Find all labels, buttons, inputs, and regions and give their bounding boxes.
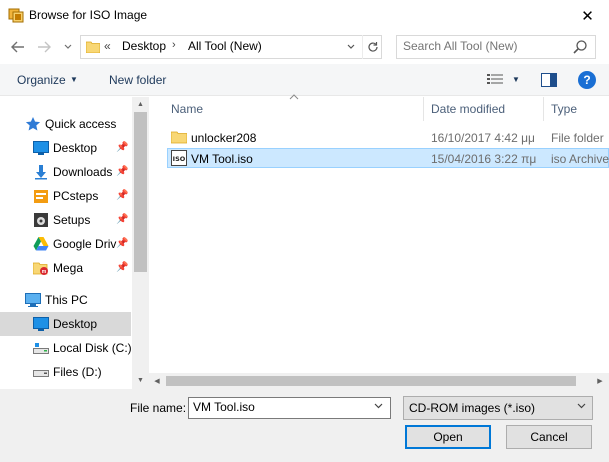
iso-file-icon: ISO — [171, 150, 187, 166]
file-row-vm-tool-iso[interactable]: ISO VM Tool.iso 15/04/2016 3:22 πμ iso A… — [167, 148, 609, 168]
sort-ascending-icon — [289, 92, 299, 102]
open-button[interactable]: Open — [405, 425, 491, 449]
folder-icon — [85, 40, 101, 54]
chevron-down-icon — [64, 44, 72, 49]
pin-icon: 📌 — [116, 142, 129, 153]
folder-icon — [33, 188, 49, 204]
address-overflow-icon[interactable]: « — [104, 39, 111, 53]
view-details-icon[interactable] — [487, 73, 503, 87]
search-input[interactable] — [403, 39, 568, 53]
file-type-value[interactable]: CD-ROM images (*.iso) — [409, 401, 535, 415]
back-button[interactable] — [8, 36, 28, 58]
column-header-name[interactable]: Name — [171, 102, 203, 116]
chevron-down-icon[interactable] — [374, 401, 383, 411]
column-divider[interactable] — [543, 97, 544, 121]
scroll-left-icon[interactable]: ◀ — [149, 373, 165, 389]
refresh-icon — [367, 42, 378, 52]
setups-icon — [33, 212, 49, 228]
sidebar-item-quick-access[interactable]: Quick access — [0, 112, 131, 136]
drive-icon — [33, 340, 49, 356]
file-date: 15/04/2016 3:22 πμ — [431, 152, 537, 166]
column-divider[interactable] — [423, 97, 424, 121]
desktop-icon — [33, 316, 49, 332]
navigation-pane: Quick access Desktop 📌 Downloads 📌 PCste… — [0, 97, 148, 389]
view-options-dropdown-icon[interactable]: ▼ — [512, 75, 520, 84]
sidebar-item-label: PCsteps — [53, 189, 99, 203]
sidebar-item-label: Files (D:) — [53, 365, 102, 379]
close-button[interactable]: ✕ — [566, 0, 609, 31]
sidebar-item-label: Google Driv — [53, 237, 117, 251]
arrow-left-icon — [11, 41, 24, 53]
scroll-down-icon[interactable]: ▼ — [132, 373, 149, 387]
sidebar-item-this-pc[interactable]: This PC — [0, 288, 131, 312]
organize-button[interactable]: Organize — [17, 73, 66, 87]
breadcrumb-desktop[interactable]: Desktop — [122, 39, 166, 53]
cancel-button[interactable]: Cancel — [506, 425, 592, 449]
pc-icon — [25, 292, 41, 308]
horizontal-scroll-thumb[interactable] — [166, 376, 576, 386]
scroll-right-icon[interactable]: ▶ — [592, 373, 608, 389]
mega-icon: m — [32, 260, 49, 276]
column-header-date[interactable]: Date modified — [431, 102, 505, 116]
new-folder-button[interactable]: New folder — [109, 73, 166, 87]
sidebar-item-desktop[interactable]: Desktop 📌 — [0, 136, 131, 160]
organize-dropdown-icon[interactable]: ▼ — [70, 75, 78, 84]
file-date: 16/10/2017 4:42 μμ — [431, 131, 535, 145]
refresh-button[interactable] — [362, 35, 382, 59]
file-type: iso Archive — [551, 152, 609, 166]
pin-icon: 📌 — [116, 190, 129, 201]
download-icon — [33, 164, 49, 180]
star-icon — [25, 116, 41, 132]
column-header-type[interactable]: Type — [551, 102, 577, 116]
sidebar-item-label: Setups — [53, 213, 91, 227]
pin-icon: 📌 — [116, 166, 129, 177]
svg-text:ISO: ISO — [173, 155, 186, 163]
svg-text:m: m — [42, 269, 47, 275]
folder-icon — [170, 129, 188, 145]
forward-button[interactable] — [34, 36, 54, 58]
sidebar-item-label: Desktop — [53, 317, 98, 331]
pin-icon: 📌 — [116, 214, 129, 225]
breadcrumb-separator[interactable]: › — [172, 39, 176, 51]
sidebar-item-label: Quick access — [45, 117, 117, 131]
scroll-up-icon[interactable]: ▲ — [132, 97, 149, 111]
sidebar-scroll-thumb[interactable] — [134, 112, 147, 272]
help-icon[interactable]: ? — [578, 71, 596, 89]
pin-icon: 📌 — [116, 238, 129, 249]
desktop-icon — [33, 140, 49, 156]
file-type: File folder — [551, 131, 604, 145]
recent-locations-button[interactable] — [62, 36, 74, 58]
sidebar-item-label: Desktop — [53, 141, 98, 155]
google-drive-icon — [33, 236, 49, 252]
sidebar-item-label: This PC — [45, 293, 88, 307]
pin-icon: 📌 — [116, 262, 129, 273]
arrow-right-icon — [38, 41, 51, 53]
sidebar-item-downloads[interactable]: Downloads 📌 — [0, 160, 131, 184]
window-title: Browse for ISO Image — [29, 8, 148, 22]
file-name: unlocker208 — [191, 131, 257, 145]
address-dropdown-button[interactable] — [341, 35, 361, 59]
chevron-down-icon[interactable] — [577, 401, 586, 411]
sidebar-item-pcsteps[interactable]: PCsteps 📌 — [0, 184, 131, 208]
file-row-unlocker208[interactable]: unlocker208 16/10/2017 4:42 μμ File fold… — [167, 127, 609, 147]
search-icon[interactable] — [572, 39, 588, 55]
breadcrumb-all-tool[interactable]: All Tool (New) — [188, 39, 262, 53]
sidebar-item-label: Downloads — [53, 165, 113, 179]
sidebar-item-label: Local Disk (C:) — [53, 341, 132, 355]
file-name-input[interactable] — [193, 400, 363, 414]
sidebar-item-google-drive[interactable]: Google Driv 📌 — [0, 232, 131, 256]
sidebar-item-setups[interactable]: Setups 📌 — [0, 208, 131, 232]
drive-icon — [33, 364, 49, 380]
sidebar-item-local-disk[interactable]: Local Disk (C:) — [0, 336, 132, 360]
sidebar-item-label: Mega — [53, 261, 84, 275]
file-name-label: File name: — [130, 401, 187, 415]
chevron-down-icon — [347, 44, 355, 49]
sidebar-item-files-d[interactable]: Files (D:) — [0, 360, 131, 384]
sidebar-item-mega[interactable]: m Mega 📌 — [0, 256, 131, 280]
preview-pane-icon[interactable] — [541, 73, 557, 87]
sidebar-item-desktop-pc[interactable]: Desktop — [0, 312, 131, 336]
file-name: VM Tool.iso — [191, 152, 253, 166]
app-icon — [8, 7, 24, 23]
